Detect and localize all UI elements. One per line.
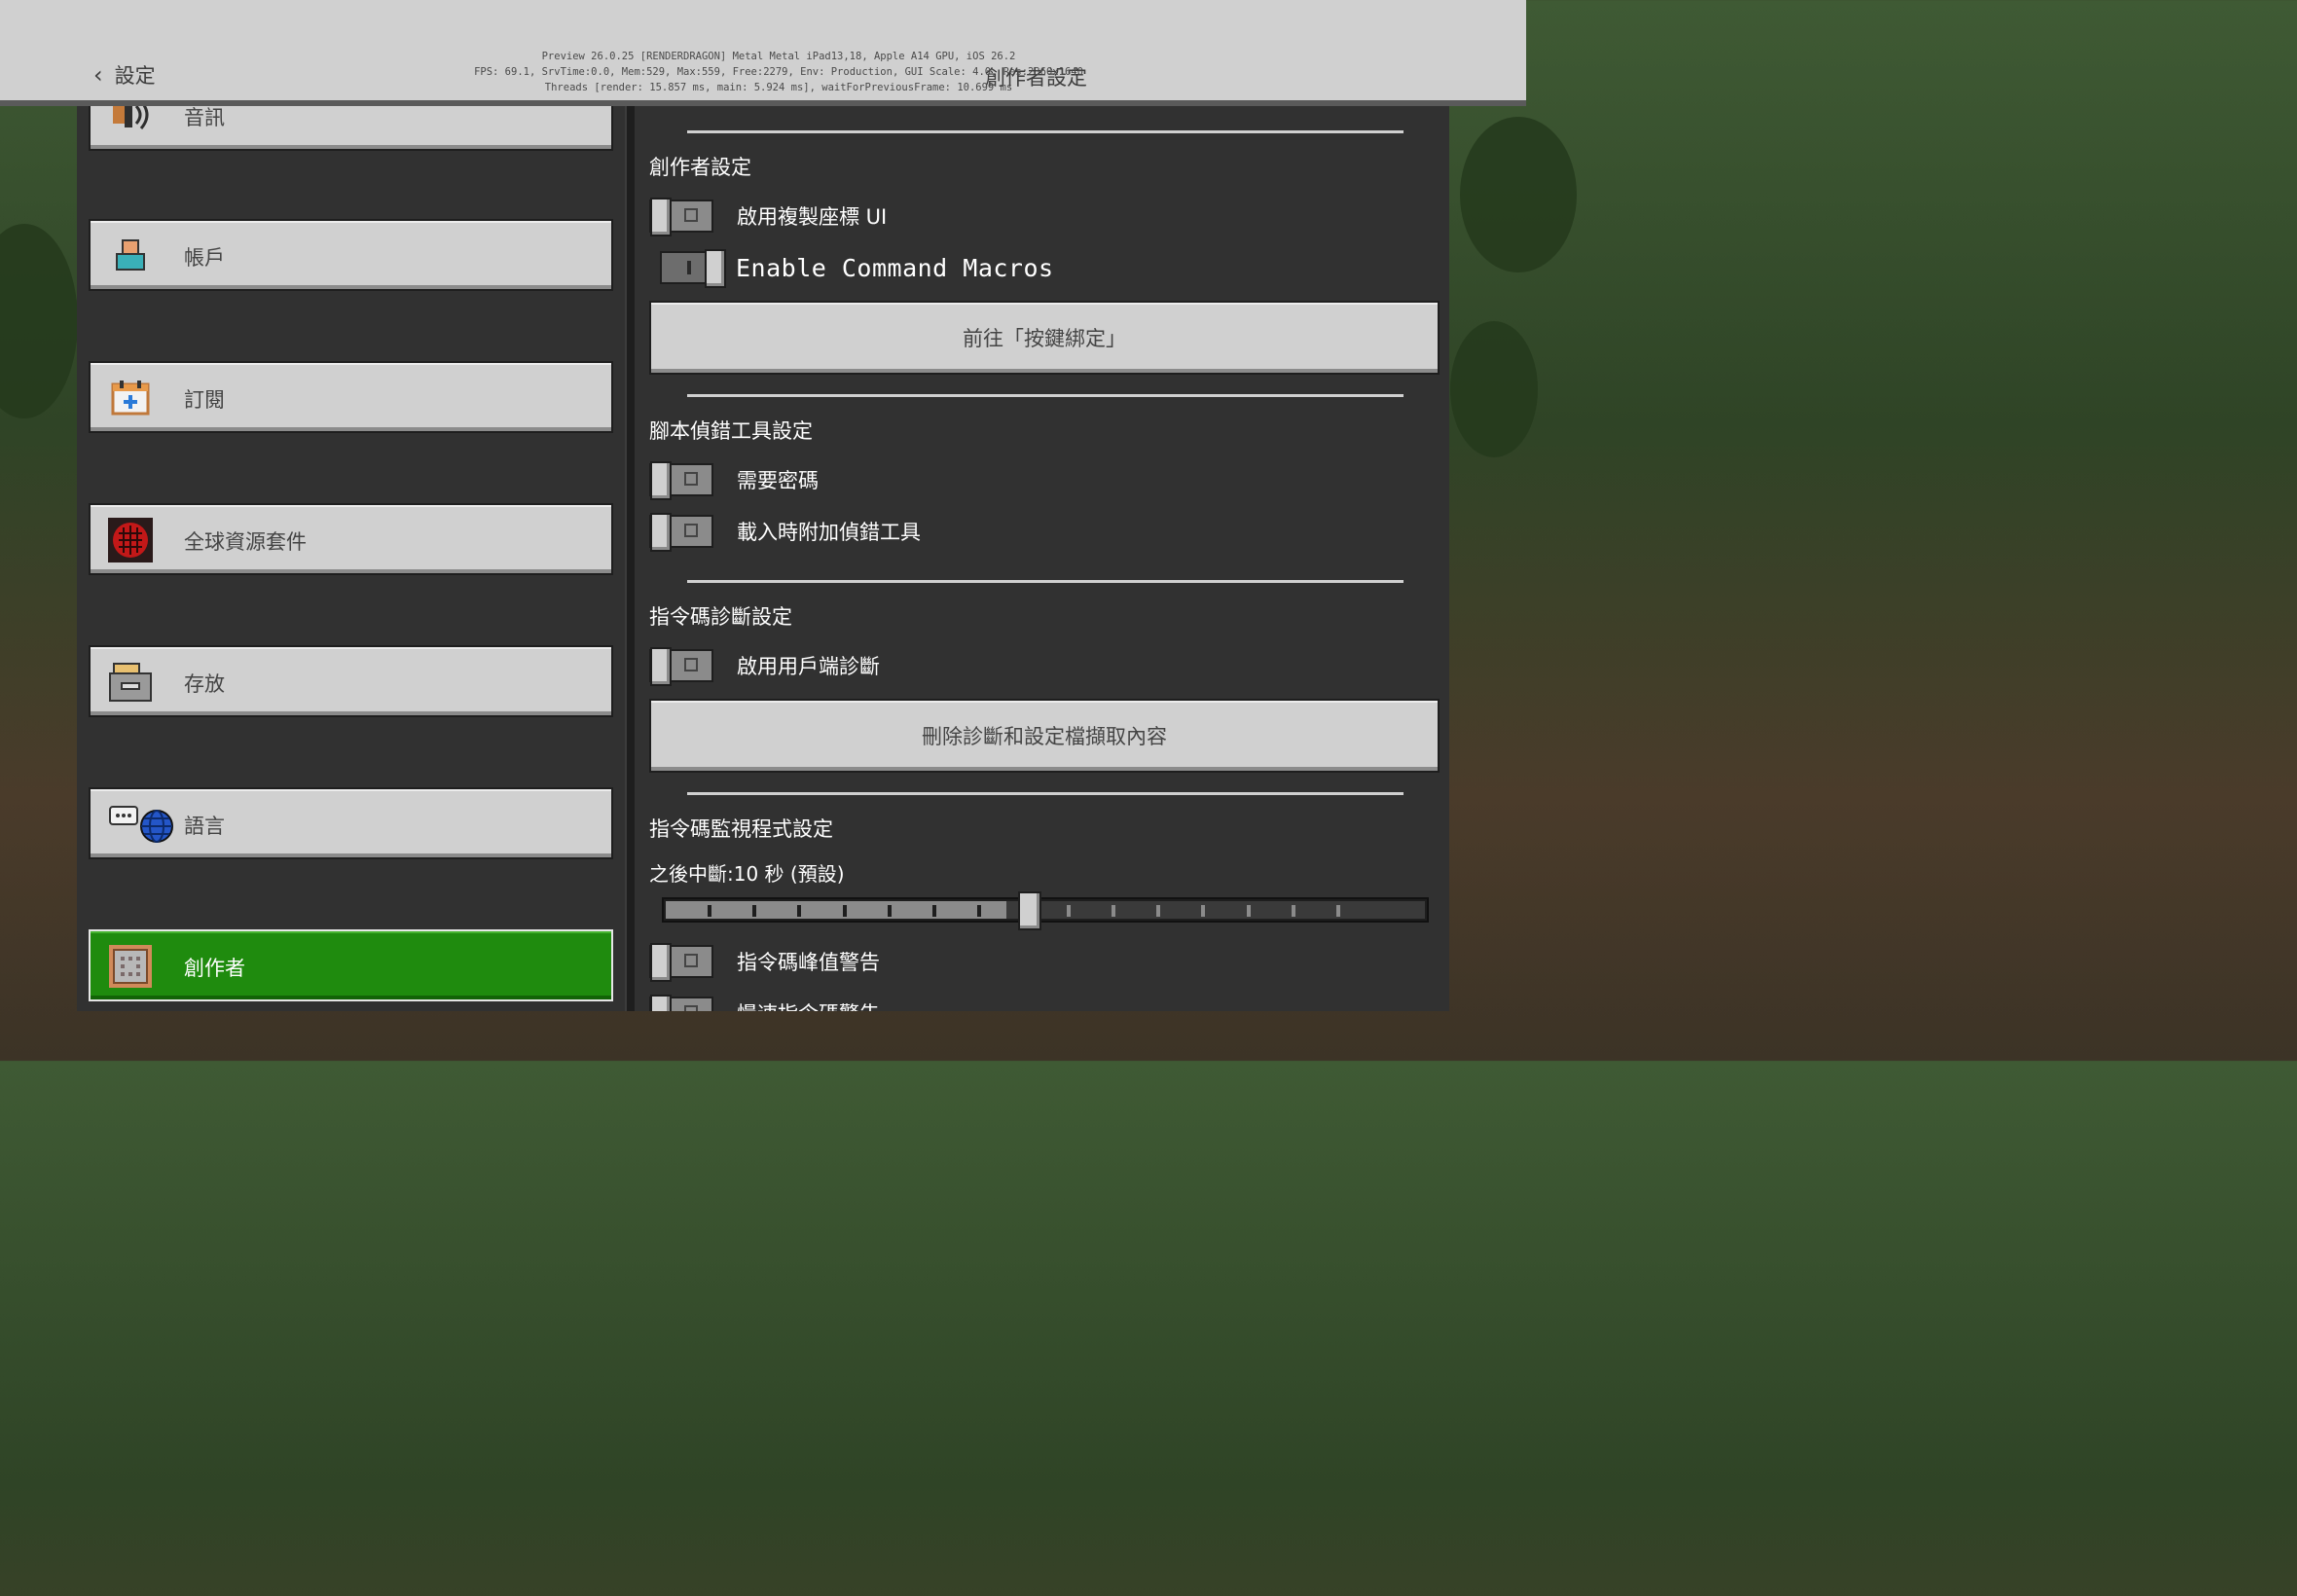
- slider-tick: [1156, 905, 1160, 917]
- section-divider: [687, 130, 1404, 133]
- toggle-switch[interactable]: [649, 513, 713, 552]
- toggle-label: 慢速指令碼警告: [737, 998, 880, 1011]
- toggle-row-slow-script-warning[interactable]: 慢速指令碼警告: [649, 994, 880, 1011]
- toggle-label: 需要密碼: [737, 469, 819, 492]
- account-icon: [108, 235, 153, 277]
- back-button[interactable]: ‹ 設定: [93, 60, 156, 90]
- watchdog-timeout-slider[interactable]: [662, 891, 1429, 930]
- sidebar-item-label: 存放: [184, 672, 225, 696]
- toggle-row-attach-debugger[interactable]: 載入時附加偵錯工具: [649, 512, 921, 552]
- slider-fill: [666, 901, 1008, 919]
- sidebar-item-storage[interactable]: 存放: [89, 645, 613, 717]
- toggle-switch[interactable]: [649, 461, 713, 500]
- slider-tick: [1112, 905, 1115, 917]
- toggle-row-client-diagnostics[interactable]: 啟用用戶端診斷: [649, 646, 880, 686]
- speaker-icon: [108, 106, 153, 137]
- debug-line: Threads [render: 15.857 ms, main: 5.924 …: [544, 82, 1013, 93]
- creator-settings-panel: 創作者設定 啟用複製座標 UI Enable Command Macros 前往…: [635, 106, 1449, 1011]
- go-to-keybindings-button[interactable]: 前往「按鍵綁定」: [649, 301, 1440, 375]
- delete-diagnostics-button[interactable]: 刪除診斷和設定檔擷取內容: [649, 699, 1440, 773]
- sidebar-item-label: 創作者: [184, 957, 245, 980]
- toggle-switch[interactable]: [649, 647, 713, 686]
- sidebar-item-label: 全球資源套件: [184, 530, 307, 554]
- command-block-icon: [108, 945, 153, 988]
- toggle-label: 指令碼峰值警告: [737, 951, 880, 974]
- chevron-left-icon: ‹: [93, 61, 103, 89]
- debug-line: Preview 26.0.25 [RENDERDRAGON] Metal Met…: [541, 51, 1016, 62]
- slider-tick: [888, 905, 892, 917]
- slider-tick: [1247, 905, 1251, 917]
- sidebar-item-creator[interactable]: 創作者: [89, 929, 613, 1001]
- sidebar-item-label: 語言: [184, 815, 225, 838]
- toggle-row-require-passcode[interactable]: 需要密碼: [649, 460, 819, 500]
- slider-tick: [752, 905, 756, 917]
- sidebar-item-language[interactable]: 語言: [89, 787, 613, 859]
- toggle-row-spike-warning[interactable]: 指令碼峰值警告: [649, 942, 880, 982]
- slider-tick: [1336, 905, 1340, 917]
- sidebar-item-label: 訂閱: [184, 388, 225, 412]
- slider-tick: [1201, 905, 1205, 917]
- settings-sidebar: 音訊 帳戶 訂閱 全球資源套件 存放 語言 創作者: [77, 106, 625, 1011]
- toggle-switch[interactable]: [660, 249, 726, 288]
- toggle-label: 啟用用戶端診斷: [737, 655, 880, 678]
- section-divider: [687, 580, 1404, 583]
- top-bar: ‹ 設定 創作者設定 Preview 26.0.25 [RENDERDRAGON…: [0, 0, 1526, 106]
- toggle-switch[interactable]: [649, 943, 713, 982]
- section-divider: [687, 792, 1404, 795]
- toggle-switch[interactable]: [649, 198, 713, 236]
- sidebar-item-label: 帳戶: [184, 246, 225, 270]
- toggle-label: 啟用複製座標 UI: [737, 205, 888, 229]
- slider-tick: [1067, 905, 1071, 917]
- toggle-row-command-macros[interactable]: Enable Command Macros: [660, 248, 1054, 288]
- section-title-script-debugger: 腳本偵錯工具設定: [649, 419, 813, 443]
- sidebar-item-audio[interactable]: 音訊: [89, 106, 613, 151]
- resource-pack-icon: [108, 518, 153, 562]
- toggle-label: 載入時附加偵錯工具: [737, 521, 921, 544]
- debug-line: FPS: 69.1, SrvTime:0.0, Mem:529, Max:559…: [474, 66, 1083, 78]
- slider-tick: [797, 905, 801, 917]
- slider-tick: [977, 905, 981, 917]
- toggle-row-copy-coordinates[interactable]: 啟用複製座標 UI: [649, 197, 887, 236]
- toggle-switch[interactable]: [649, 995, 713, 1011]
- sidebar-item-account[interactable]: 帳戶: [89, 219, 613, 291]
- sidebar-item-label: 音訊: [184, 106, 225, 129]
- section-title-watchdog: 指令碼監視程式設定: [649, 817, 833, 841]
- slider-label: 之後中斷:10 秒 (預設): [649, 862, 845, 886]
- subscription-icon: [108, 377, 153, 419]
- slider-tick: [932, 905, 936, 917]
- debug-overlay: Preview 26.0.25 [RENDERDRAGON] Metal Met…: [428, 49, 1129, 95]
- slider-tick: [843, 905, 847, 917]
- toggle-label: Enable Command Macros: [736, 253, 1054, 282]
- slider-thumb[interactable]: [1018, 891, 1041, 930]
- storage-icon: [108, 661, 153, 704]
- sidebar-item-global-resource-packs[interactable]: 全球資源套件: [89, 503, 613, 575]
- section-title-diagnostics: 指令碼診斷設定: [649, 605, 792, 629]
- language-icon: [108, 803, 174, 846]
- slider-tick: [1292, 905, 1295, 917]
- back-label: 設定: [114, 64, 156, 88]
- section-divider: [687, 394, 1404, 397]
- section-title-creator: 創作者設定: [649, 156, 751, 179]
- slider-tick: [708, 905, 711, 917]
- sidebar-item-subscriptions[interactable]: 訂閱: [89, 361, 613, 433]
